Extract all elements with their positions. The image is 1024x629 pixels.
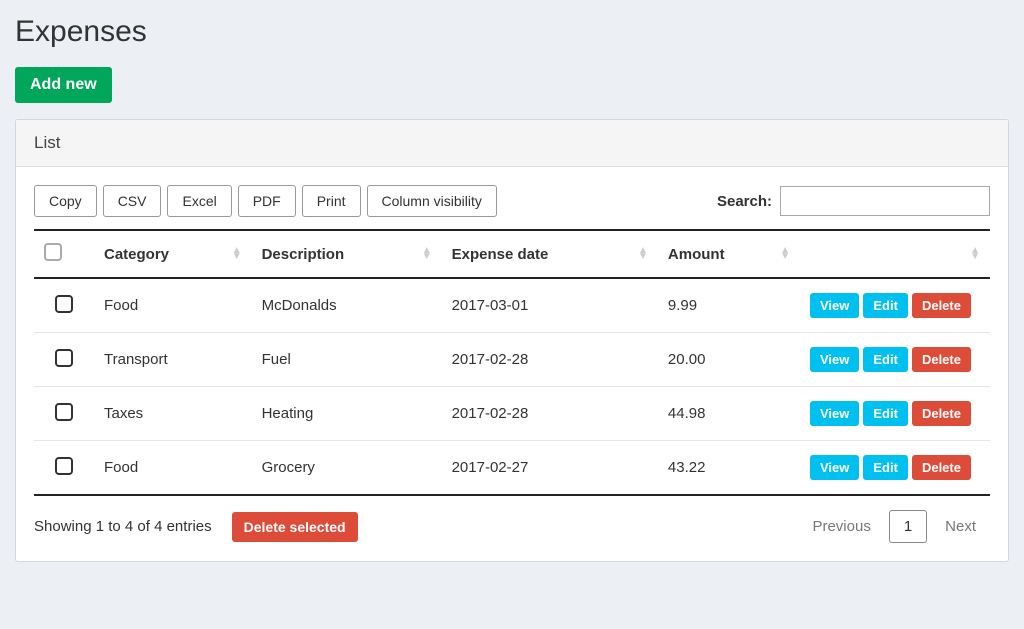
delete-button[interactable]: Delete — [912, 455, 971, 480]
csv-button[interactable]: CSV — [103, 185, 162, 217]
panel-title: List — [16, 120, 1008, 167]
search-label: Search: — [717, 193, 772, 210]
cell-date: 2017-03-01 — [442, 278, 658, 333]
column-header-category[interactable]: Category ▲▼ — [94, 230, 252, 278]
delete-selected-button[interactable]: Delete selected — [232, 512, 358, 542]
cell-date: 2017-02-28 — [442, 387, 658, 441]
excel-button[interactable]: Excel — [167, 185, 231, 217]
print-button[interactable]: Print — [302, 185, 361, 217]
cell-amount: 20.00 — [658, 333, 800, 387]
edit-button[interactable]: Edit — [863, 347, 908, 372]
cell-category: Transport — [94, 333, 252, 387]
column-header-description-label: Description — [262, 246, 345, 263]
cell-amount: 43.22 — [658, 441, 800, 496]
edit-button[interactable]: Edit — [863, 293, 908, 318]
page-title: Expenses — [15, 15, 1009, 49]
row-checkbox[interactable] — [55, 349, 73, 367]
cell-description: Heating — [252, 387, 442, 441]
entries-info: Showing 1 to 4 of 4 entries — [34, 518, 212, 535]
cell-description: Fuel — [252, 333, 442, 387]
cell-date: 2017-02-28 — [442, 333, 658, 387]
table-row: Taxes Heating 2017-02-28 44.98 View Edit… — [34, 387, 990, 441]
sort-icon: ▲▼ — [970, 248, 980, 260]
sort-icon: ▲▼ — [232, 248, 242, 260]
cell-description: McDonalds — [252, 278, 442, 333]
table-row: Food Grocery 2017-02-27 43.22 View Edit … — [34, 441, 990, 496]
column-header-amount-label: Amount — [668, 246, 725, 263]
cell-category: Taxes — [94, 387, 252, 441]
column-header-amount[interactable]: Amount ▲▼ — [658, 230, 800, 278]
add-new-button[interactable]: Add new — [15, 67, 112, 103]
list-panel: List Copy CSV Excel PDF Print Column vis… — [15, 119, 1009, 562]
row-checkbox[interactable] — [55, 295, 73, 313]
delete-button[interactable]: Delete — [912, 401, 971, 426]
view-button[interactable]: View — [810, 401, 859, 426]
pdf-button[interactable]: PDF — [238, 185, 296, 217]
sort-icon: ▲▼ — [638, 248, 648, 260]
column-header-description[interactable]: Description ▲▼ — [252, 230, 442, 278]
column-header-actions[interactable]: ▲▼ — [800, 230, 990, 278]
copy-button[interactable]: Copy — [34, 185, 97, 217]
cell-amount: 9.99 — [658, 278, 800, 333]
column-header-select-all — [34, 230, 94, 278]
edit-button[interactable]: Edit — [863, 401, 908, 426]
cell-category: Food — [94, 441, 252, 496]
delete-button[interactable]: Delete — [912, 293, 971, 318]
view-button[interactable]: View — [810, 455, 859, 480]
cell-date: 2017-02-27 — [442, 441, 658, 496]
current-page[interactable]: 1 — [889, 510, 927, 543]
sort-icon: ▲▼ — [422, 248, 432, 260]
export-toolbar: Copy CSV Excel PDF Print Column visibili… — [34, 185, 497, 217]
view-button[interactable]: View — [810, 347, 859, 372]
cell-category: Food — [94, 278, 252, 333]
view-button[interactable]: View — [810, 293, 859, 318]
table-row: Transport Fuel 2017-02-28 20.00 View Edi… — [34, 333, 990, 387]
next-page-button[interactable]: Next — [931, 510, 990, 543]
table-row: Food McDonalds 2017-03-01 9.99 View Edit… — [34, 278, 990, 333]
edit-button[interactable]: Edit — [863, 455, 908, 480]
expenses-table: Category ▲▼ Description ▲▼ Expense date … — [34, 229, 990, 496]
search-input[interactable] — [780, 186, 990, 216]
row-checkbox[interactable] — [55, 457, 73, 475]
sort-icon: ▲▼ — [780, 248, 790, 260]
previous-page-button[interactable]: Previous — [798, 510, 884, 543]
pagination: Previous 1 Next — [798, 510, 990, 543]
delete-button[interactable]: Delete — [912, 347, 971, 372]
column-header-date-label: Expense date — [452, 246, 549, 263]
column-header-date[interactable]: Expense date ▲▼ — [442, 230, 658, 278]
cell-description: Grocery — [252, 441, 442, 496]
column-visibility-button[interactable]: Column visibility — [367, 185, 497, 217]
cell-amount: 44.98 — [658, 387, 800, 441]
column-header-category-label: Category — [104, 246, 169, 263]
select-all-checkbox[interactable] — [44, 243, 62, 261]
row-checkbox[interactable] — [55, 403, 73, 421]
